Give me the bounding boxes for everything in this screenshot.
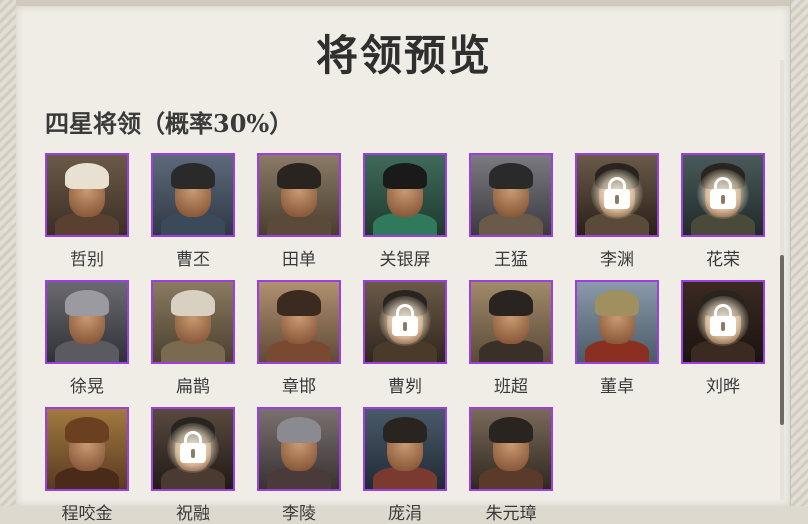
general-portrait[interactable]: [45, 407, 129, 491]
general-name: 班超: [494, 377, 528, 397]
general-card[interactable]: 田单: [257, 153, 341, 270]
general-portrait[interactable]: [151, 407, 235, 491]
portrait-hair: [171, 290, 215, 316]
general-name: 董卓: [600, 377, 634, 397]
general-card[interactable]: 庞涓: [363, 407, 447, 524]
general-card[interactable]: 扁鹊: [151, 280, 235, 397]
portrait-hair: [171, 163, 215, 189]
portrait-hair: [383, 163, 427, 189]
general-card[interactable]: 关银屏: [363, 153, 447, 270]
general-portrait[interactable]: [469, 153, 553, 237]
general-name: 田单: [282, 250, 316, 270]
portrait-hair: [489, 290, 533, 316]
general-name: 哲别: [70, 250, 104, 270]
general-portrait[interactable]: [257, 407, 341, 491]
general-name: 李渊: [600, 250, 634, 270]
portrait-hair: [383, 417, 427, 443]
general-name: 李陵: [282, 504, 316, 524]
general-portrait[interactable]: [681, 280, 765, 364]
general-card[interactable]: 程咬金: [45, 407, 129, 524]
general-card[interactable]: 曹丕: [151, 153, 235, 270]
general-portrait[interactable]: [257, 153, 341, 237]
general-name: 庞涓: [388, 504, 422, 524]
general-portrait[interactable]: [151, 280, 235, 364]
general-card[interactable]: 李渊: [575, 153, 659, 270]
portrait-hair: [65, 417, 109, 443]
portrait-hair: [65, 290, 109, 316]
lock-icon: [379, 296, 431, 346]
portrait-hair: [65, 163, 109, 189]
general-name: 程咬金: [61, 504, 113, 524]
general-name: 关银屏: [379, 250, 431, 270]
general-card[interactable]: 祝融: [151, 407, 235, 524]
portrait-hair: [489, 163, 533, 189]
lock-icon: [697, 296, 749, 346]
page-title: 将领预览: [315, 31, 492, 80]
portrait-hair: [277, 163, 321, 189]
general-portrait[interactable]: [257, 280, 341, 364]
portrait-hair: [277, 417, 321, 443]
general-card[interactable]: 董卓: [575, 280, 659, 397]
general-portrait[interactable]: [575, 153, 659, 237]
general-name: 徐晃: [70, 377, 104, 397]
general-name: 曹刿: [388, 377, 422, 397]
lock-icon: [697, 169, 749, 219]
general-name: 王猛: [494, 250, 528, 270]
general-card[interactable]: 李陵: [257, 407, 341, 524]
general-portrait[interactable]: [363, 407, 447, 491]
general-portrait[interactable]: [363, 280, 447, 364]
lock-icon: [591, 169, 643, 219]
general-card[interactable]: 徐晃: [45, 280, 129, 397]
general-card[interactable]: 班超: [469, 280, 553, 397]
general-card[interactable]: 朱元璋: [469, 407, 553, 524]
general-card[interactable]: 哲别: [45, 153, 129, 270]
portrait-hair: [277, 290, 321, 316]
section-title-four-star: 四星将领（概率30%）: [45, 109, 294, 138]
general-card[interactable]: 刘晔: [681, 280, 765, 397]
general-name: 曹丕: [176, 250, 210, 270]
general-portrait[interactable]: [469, 407, 553, 491]
lock-icon: [167, 423, 219, 473]
general-name: 刘晔: [706, 377, 740, 397]
general-name: 扁鹊: [176, 377, 210, 397]
general-portrait[interactable]: [469, 280, 553, 364]
general-name: 祝融: [176, 504, 210, 524]
general-card[interactable]: 王猛: [469, 153, 553, 270]
general-portrait[interactable]: [575, 280, 659, 364]
general-portrait[interactable]: [45, 153, 129, 237]
general-card[interactable]: 章邯: [257, 280, 341, 397]
general-portrait[interactable]: [363, 153, 447, 237]
general-portrait[interactable]: [151, 153, 235, 237]
scrollbar-thumb[interactable]: [780, 255, 784, 425]
general-portrait[interactable]: [681, 153, 765, 237]
general-name: 章邯: [282, 377, 316, 397]
portrait-hair: [489, 417, 533, 443]
general-card[interactable]: 曹刿: [363, 280, 447, 397]
portrait-hair: [595, 290, 639, 316]
general-card[interactable]: 花荣: [681, 153, 765, 270]
general-name: 朱元璋: [485, 504, 537, 524]
general-name: 花荣: [706, 250, 740, 270]
general-portrait[interactable]: [45, 280, 129, 364]
